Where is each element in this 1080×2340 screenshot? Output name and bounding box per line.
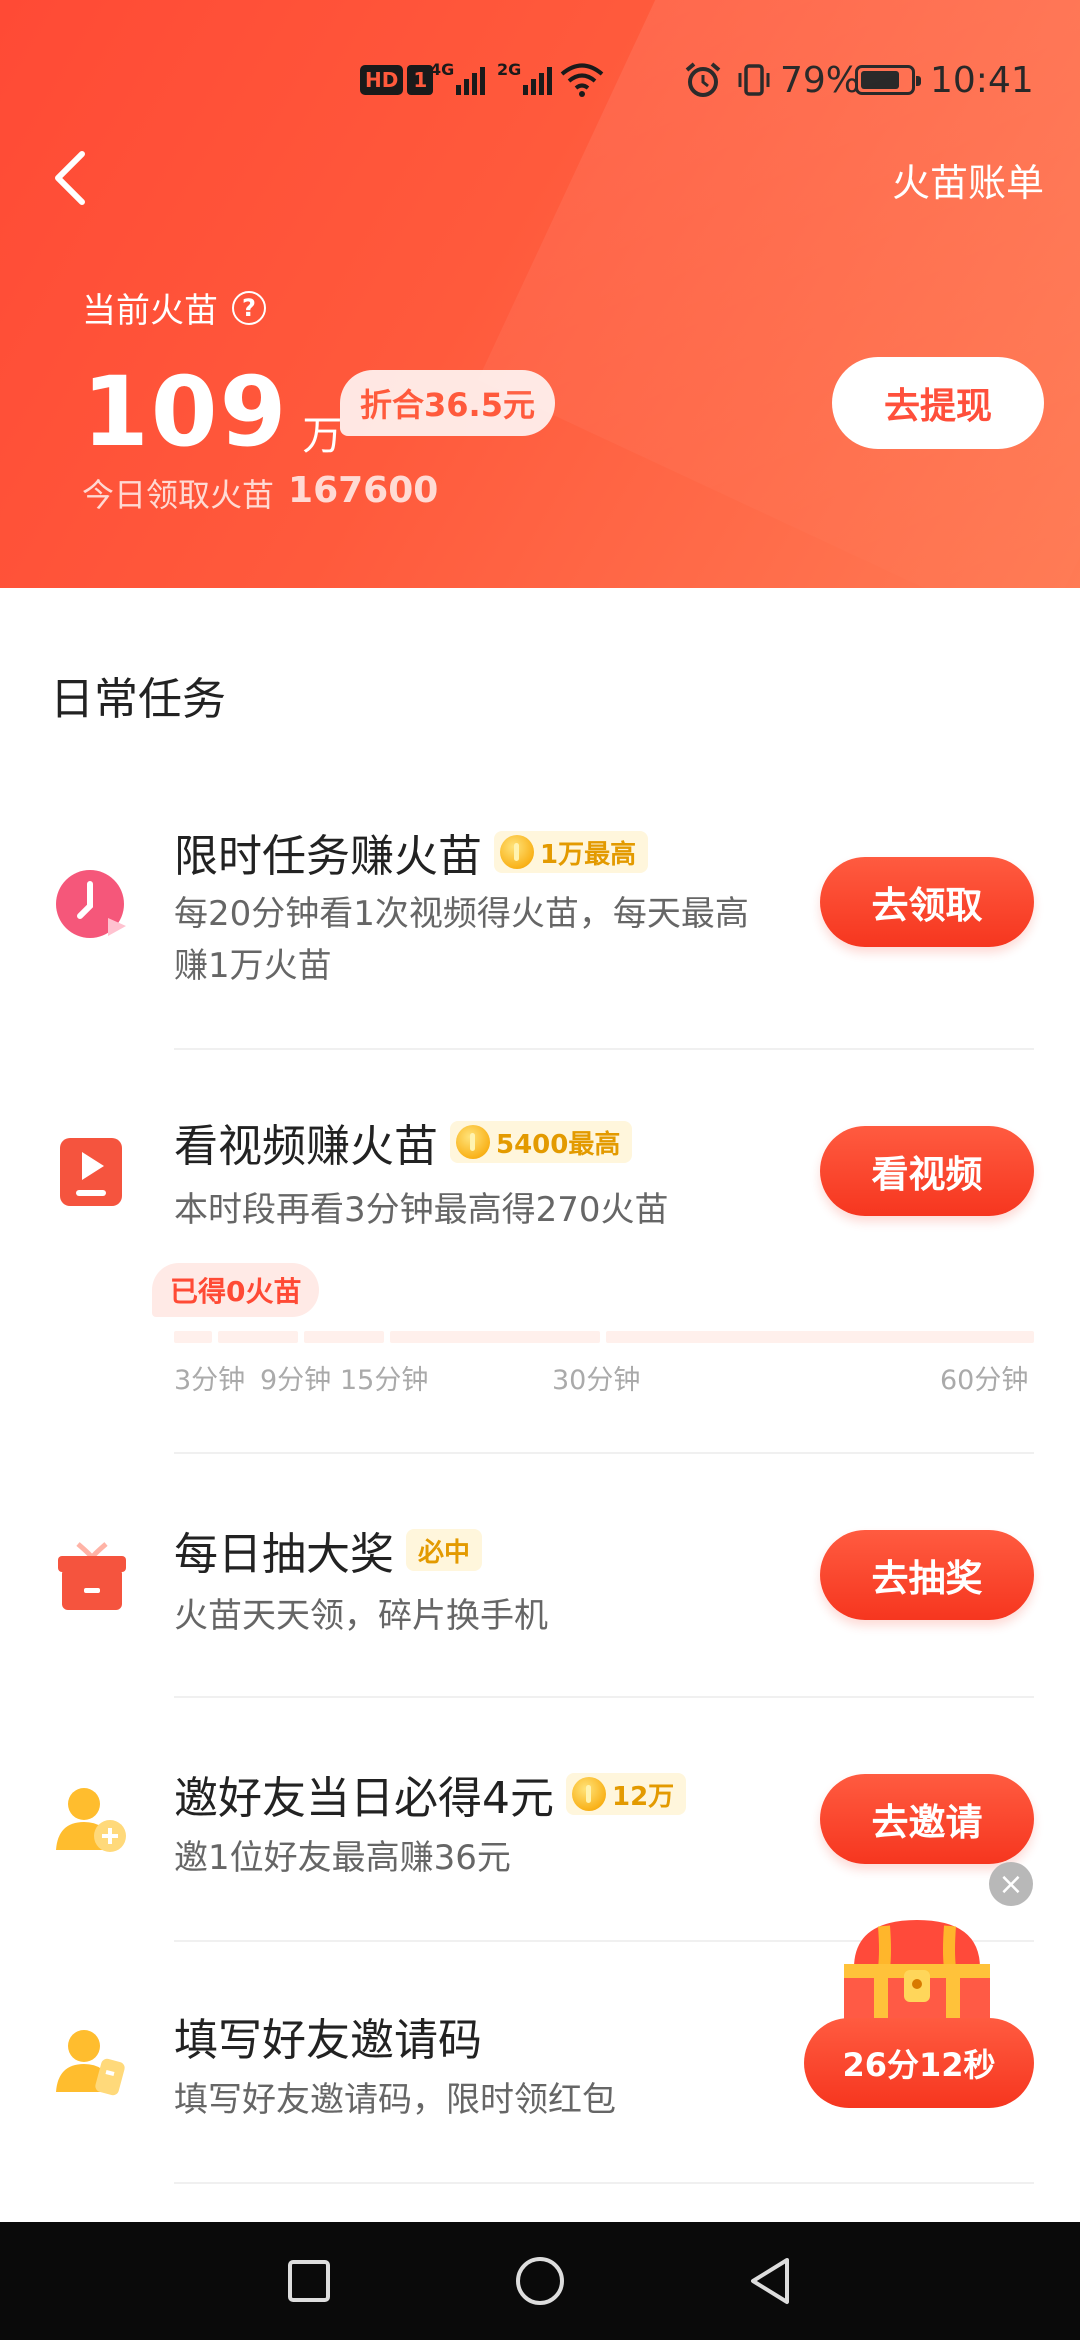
- task-title-text: 填写好友邀请码: [174, 2015, 482, 2066]
- balance-amount: 109 万: [82, 350, 342, 460]
- wifi-icon: [560, 52, 604, 108]
- task-desc: 火苗天天领，碎片换手机: [174, 1596, 548, 1636]
- coin-icon: [500, 835, 534, 869]
- divider: [174, 1696, 1034, 1698]
- task-desc: 每20分钟看1次视频得火苗，每天最高赚1万火苗: [174, 894, 749, 986]
- network-type-1: 4G: [430, 60, 455, 79]
- battery-percent: 79%: [780, 59, 861, 101]
- coin-icon: [572, 1777, 606, 1811]
- task-desc: 本时段再看3分钟最高得270火苗: [174, 1190, 669, 1230]
- current-label-text: 当前火苗: [82, 291, 218, 331]
- task-title: 填写好友邀请码: [174, 2004, 482, 2068]
- task-title-text: 限时任务赚火苗: [174, 831, 482, 882]
- today-received: 今日领取火苗 167600: [82, 470, 438, 516]
- clock-time: 10:41: [930, 59, 1034, 101]
- battery-icon: [855, 52, 921, 108]
- task-tag-text: 1万最高: [540, 839, 637, 870]
- hd-label: HD: [360, 65, 404, 95]
- task-tag: 5400最高: [450, 1121, 633, 1163]
- treasure-timer[interactable]: 26分12秒: [804, 2018, 1034, 2108]
- task-desc: 填写好友邀请码，限时领红包: [174, 2080, 616, 2120]
- alarm-icon: [684, 52, 722, 108]
- hd-indicator: HD 1: [360, 52, 434, 108]
- section-title: 日常任务: [50, 674, 226, 725]
- today-label: 今日领取火苗: [82, 476, 275, 514]
- balance-number: 109: [82, 356, 289, 468]
- task-title: 邀好友当日必得4元 12万: [174, 1762, 687, 1826]
- task-title: 看视频赚火苗 5400最高: [174, 1110, 633, 1174]
- task-tag-text: 12万: [612, 1781, 675, 1812]
- task-title: 限时任务赚火苗 1万最高: [174, 820, 649, 884]
- task-title-text: 每日抽大奖: [174, 1529, 394, 1580]
- lottery-button[interactable]: 去抽奖: [820, 1530, 1034, 1620]
- today-value: 167600: [288, 470, 439, 511]
- status-bar: HD 1 4G 2G 79% 10:41: [0, 52, 1080, 108]
- close-icon[interactable]: ×: [989, 1862, 1033, 1906]
- current-balance-label: 当前火苗 ?: [82, 283, 266, 332]
- user-code-icon: [54, 2024, 130, 2100]
- claim-button[interactable]: 去领取: [820, 857, 1034, 947]
- signal-icon: 4G: [430, 52, 486, 108]
- video-progress-bar: [174, 1331, 1034, 1343]
- task-tag: 1万最高: [494, 831, 649, 873]
- earned-badge: 已得0火苗: [152, 1263, 320, 1317]
- divider: [174, 1452, 1034, 1454]
- task-desc: 邀1位好友最高赚36元: [174, 1838, 511, 1878]
- divider: [174, 2182, 1034, 2184]
- task-title-text: 看视频赚火苗: [174, 1121, 438, 1172]
- chevron-left-icon[interactable]: [40, 148, 100, 208]
- divider: [174, 1048, 1034, 1050]
- system-nav-bar: [0, 2222, 1080, 2340]
- balance-unit: 万: [302, 413, 343, 459]
- task-tag-text: 5400最高: [496, 1129, 621, 1160]
- video-play-icon: [54, 1134, 130, 1210]
- withdraw-button[interactable]: 去提现: [832, 357, 1044, 449]
- invite-button[interactable]: 去邀请: [820, 1774, 1034, 1864]
- network-type-2: 2G: [497, 60, 522, 79]
- task-title: 每日抽大奖 必中: [174, 1518, 483, 1582]
- progress-tick: 9分钟: [260, 1365, 332, 1396]
- task-tag: 必中: [406, 1529, 483, 1571]
- clock-icon: [54, 866, 130, 942]
- gift-box-icon: [54, 1538, 130, 1614]
- task-tag: 12万: [566, 1773, 687, 1815]
- task-title-text: 邀好友当日必得4元: [174, 1773, 554, 1824]
- back-nav-icon[interactable]: [735, 2246, 805, 2316]
- add-user-icon: [54, 1782, 130, 1858]
- bill-link[interactable]: 火苗账单: [892, 152, 1044, 207]
- progress-tick: 60分钟: [940, 1365, 1029, 1396]
- watch-video-button[interactable]: 看视频: [820, 1126, 1034, 1216]
- signal-icon-2: 2G: [497, 52, 553, 108]
- question-icon[interactable]: ?: [232, 290, 266, 325]
- balance-header: HD 1 4G 2G 79% 10:41 火苗账单 当前火苗 ? 109 万 折…: [0, 0, 1080, 588]
- home-icon[interactable]: [505, 2246, 575, 2316]
- coin-icon: [456, 1125, 490, 1159]
- progress-tick: 15分钟: [340, 1365, 429, 1396]
- vibrate-icon: [735, 52, 773, 108]
- progress-tick: 3分钟: [174, 1365, 246, 1396]
- recent-apps-icon[interactable]: [274, 2246, 344, 2316]
- worth-badge: 折合36.5元: [340, 370, 555, 436]
- progress-tick: 30分钟: [552, 1365, 641, 1396]
